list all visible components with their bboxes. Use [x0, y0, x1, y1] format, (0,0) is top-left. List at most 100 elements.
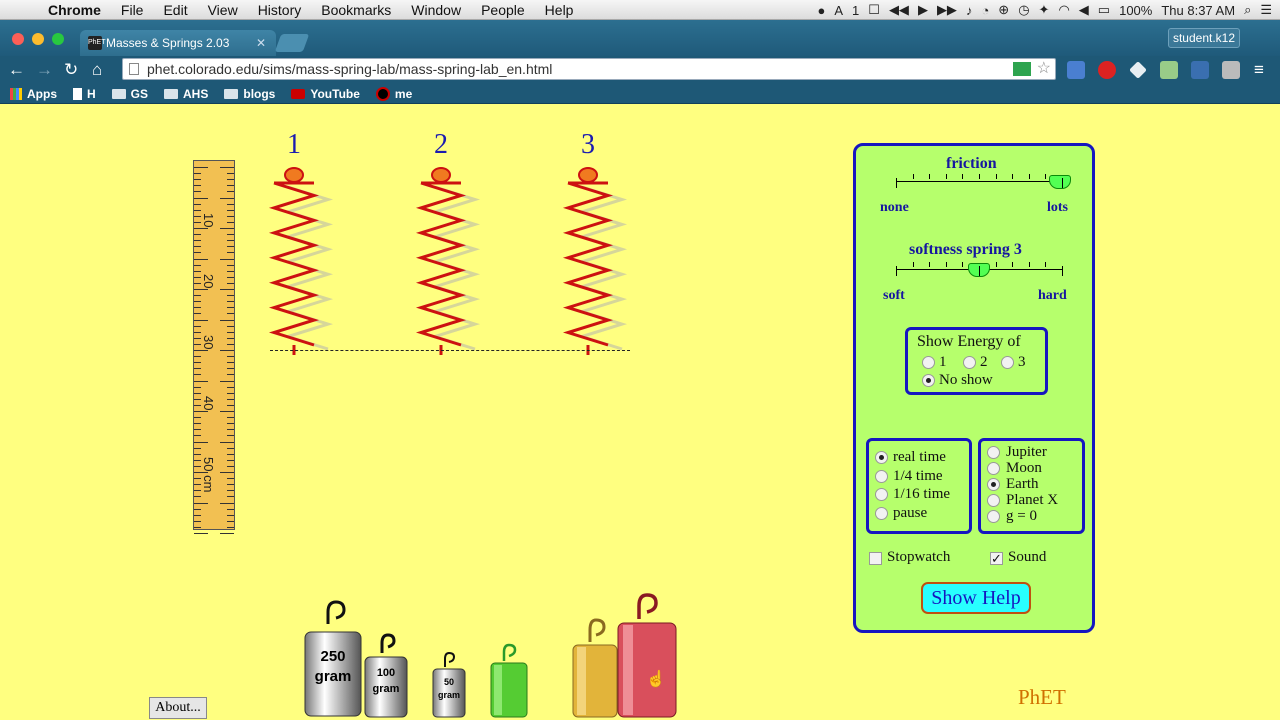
wifi-icon[interactable]: ◠ [1058, 2, 1069, 18]
record-icon[interactable] [1098, 61, 1116, 79]
energy-radio-2[interactable] [963, 356, 976, 369]
bookmark-apps[interactable]: Apps [10, 87, 57, 101]
notification-bell-icon[interactable]: ◔ [981, 3, 989, 18]
extension-flag-icon[interactable] [1013, 62, 1031, 76]
time-radio-sixteenth[interactable] [875, 488, 888, 501]
play-icon[interactable]: ▶ [918, 2, 928, 18]
minimize-window-icon[interactable] [32, 33, 44, 45]
spring-3[interactable] [562, 181, 614, 347]
gravity-radio-planet-x[interactable] [987, 494, 1000, 507]
ruler-tick [194, 197, 208, 199]
menu-people[interactable]: People [471, 0, 535, 20]
gravity-radio-moon[interactable] [987, 462, 1000, 475]
chrome-menu-icon[interactable]: ≡ [1254, 60, 1264, 80]
bookmark-me[interactable]: me [375, 86, 412, 101]
time-radio-pause[interactable] [875, 507, 888, 520]
forward-icon[interactable]: → [36, 60, 53, 80]
translate-icon[interactable] [1067, 61, 1085, 79]
ruler-tick [194, 520, 201, 522]
close-window-icon[interactable] [12, 33, 24, 45]
accessibility-icon[interactable]: ⊕ [998, 2, 1009, 18]
spring-2-label: 2 [434, 129, 448, 160]
music-icon[interactable]: ♪ [966, 3, 973, 18]
sound-checkbox[interactable]: ✓ [990, 552, 1003, 565]
bookmark-ahs[interactable]: AHS [164, 87, 208, 101]
mystery-mass-gold[interactable] [572, 618, 618, 718]
time-radio-real[interactable] [875, 451, 888, 464]
bookmark-h[interactable]: H [73, 87, 96, 101]
ruler-tick [194, 362, 201, 364]
maximize-window-icon[interactable] [52, 33, 64, 45]
bookmark-gs[interactable]: GS [111, 87, 148, 101]
back-icon[interactable]: ← [8, 60, 25, 80]
bookmark-manager-icon[interactable] [1191, 61, 1209, 79]
gravity-radio-jupiter[interactable] [987, 446, 1000, 459]
address-bar[interactable]: phet.colorado.edu/sims/mass-spring-lab/m… [122, 58, 1056, 80]
time-radio-quarter[interactable] [875, 470, 888, 483]
gravity-radio-earth[interactable] [987, 478, 1000, 491]
phet-logo[interactable]: PhET [1018, 685, 1066, 710]
gravity-radio-g-zero[interactable] [987, 510, 1000, 523]
ruler-tick [194, 234, 201, 236]
energy-radio-3[interactable] [1001, 356, 1014, 369]
mystery-mass-red[interactable]: ☝ [617, 593, 677, 718]
friction-slider-knob[interactable] [1049, 175, 1072, 189]
notes-icon[interactable]: ☐ [868, 2, 880, 18]
energy-radio-no-show[interactable] [922, 374, 935, 387]
ruler-tick [227, 423, 234, 425]
hat-icon[interactable]: ● [818, 3, 826, 18]
menu-edit[interactable]: Edit [153, 0, 197, 20]
stopwatch-checkbox[interactable] [869, 552, 882, 565]
eraser-icon[interactable] [1222, 61, 1240, 79]
show-help-button[interactable]: Show Help [921, 582, 1031, 614]
menu-file[interactable]: File [111, 0, 154, 20]
fast-forward-icon[interactable]: ▶▶ [937, 2, 957, 18]
battery-icon[interactable]: ▭ [1098, 2, 1110, 18]
ruler-tick [227, 313, 234, 315]
mass-50-gram[interactable]: 50 gram [432, 651, 466, 718]
menu-help[interactable]: Help [535, 0, 584, 20]
bluetooth-icon[interactable]: ✦ [1039, 2, 1050, 18]
clock[interactable]: Thu 8:37 AM [1161, 3, 1235, 18]
volume-icon[interactable]: ◀ [1079, 2, 1089, 18]
bookmark-youtube[interactable]: YouTube [291, 87, 360, 101]
time-machine-icon[interactable]: ◷ [1018, 2, 1029, 18]
ruler-tick [227, 282, 234, 284]
spotlight-icon[interactable]: ⌕ [1244, 2, 1251, 18]
home-icon[interactable]: ⌂ [92, 60, 102, 80]
tab-masses-springs[interactable]: PhET Masses & Springs 2.03 ✕ [80, 30, 276, 56]
menu-view[interactable]: View [198, 0, 248, 20]
ruler-tick [227, 301, 234, 303]
ruler[interactable]: 10 20 30 40 50 cm [193, 160, 235, 534]
menu-history[interactable]: History [248, 0, 312, 20]
about-button[interactable]: About... [149, 697, 207, 719]
menu-bookmarks[interactable]: Bookmarks [311, 0, 401, 20]
mass-100-gram[interactable]: 100 gram [364, 633, 408, 718]
extension-icon[interactable] [1160, 61, 1178, 79]
bookmarks-bar: Apps H GS AHS blogs YouTube me [0, 84, 1280, 104]
time-label-sixteenth: 1/16 time [893, 486, 951, 502]
friction-slider-track[interactable] [896, 181, 1062, 182]
notification-center-icon[interactable]: ☰ [1260, 2, 1272, 18]
ruler-tick [227, 520, 234, 522]
bookmark-star-icon[interactable]: ☆ [1037, 59, 1051, 79]
rewind-icon[interactable]: ◀◀ [889, 2, 909, 18]
new-tab-button[interactable] [274, 34, 310, 52]
spring-1[interactable] [268, 181, 320, 347]
ruler-tick [194, 307, 201, 309]
url-text[interactable]: phet.colorado.edu/sims/mass-spring-lab/m… [147, 61, 552, 77]
energy-label-1: 1 [939, 354, 947, 370]
reload-icon[interactable]: ↻ [64, 60, 78, 80]
bookmark-blogs[interactable]: blogs [224, 87, 275, 101]
menu-window[interactable]: Window [401, 0, 471, 20]
energy-radio-1[interactable] [922, 356, 935, 369]
diamond-icon[interactable] [1129, 61, 1147, 79]
mass-250-gram[interactable]: 250 gram [304, 600, 362, 718]
close-tab-icon[interactable]: ✕ [256, 30, 266, 56]
spring-2[interactable] [415, 181, 467, 347]
adobe-icon[interactable]: A [834, 3, 843, 18]
profile-button[interactable]: student.k12 [1168, 28, 1240, 48]
tab-count: 1 [852, 2, 860, 18]
menu-chrome[interactable]: Chrome [38, 0, 111, 20]
mystery-mass-green[interactable] [490, 643, 528, 718]
